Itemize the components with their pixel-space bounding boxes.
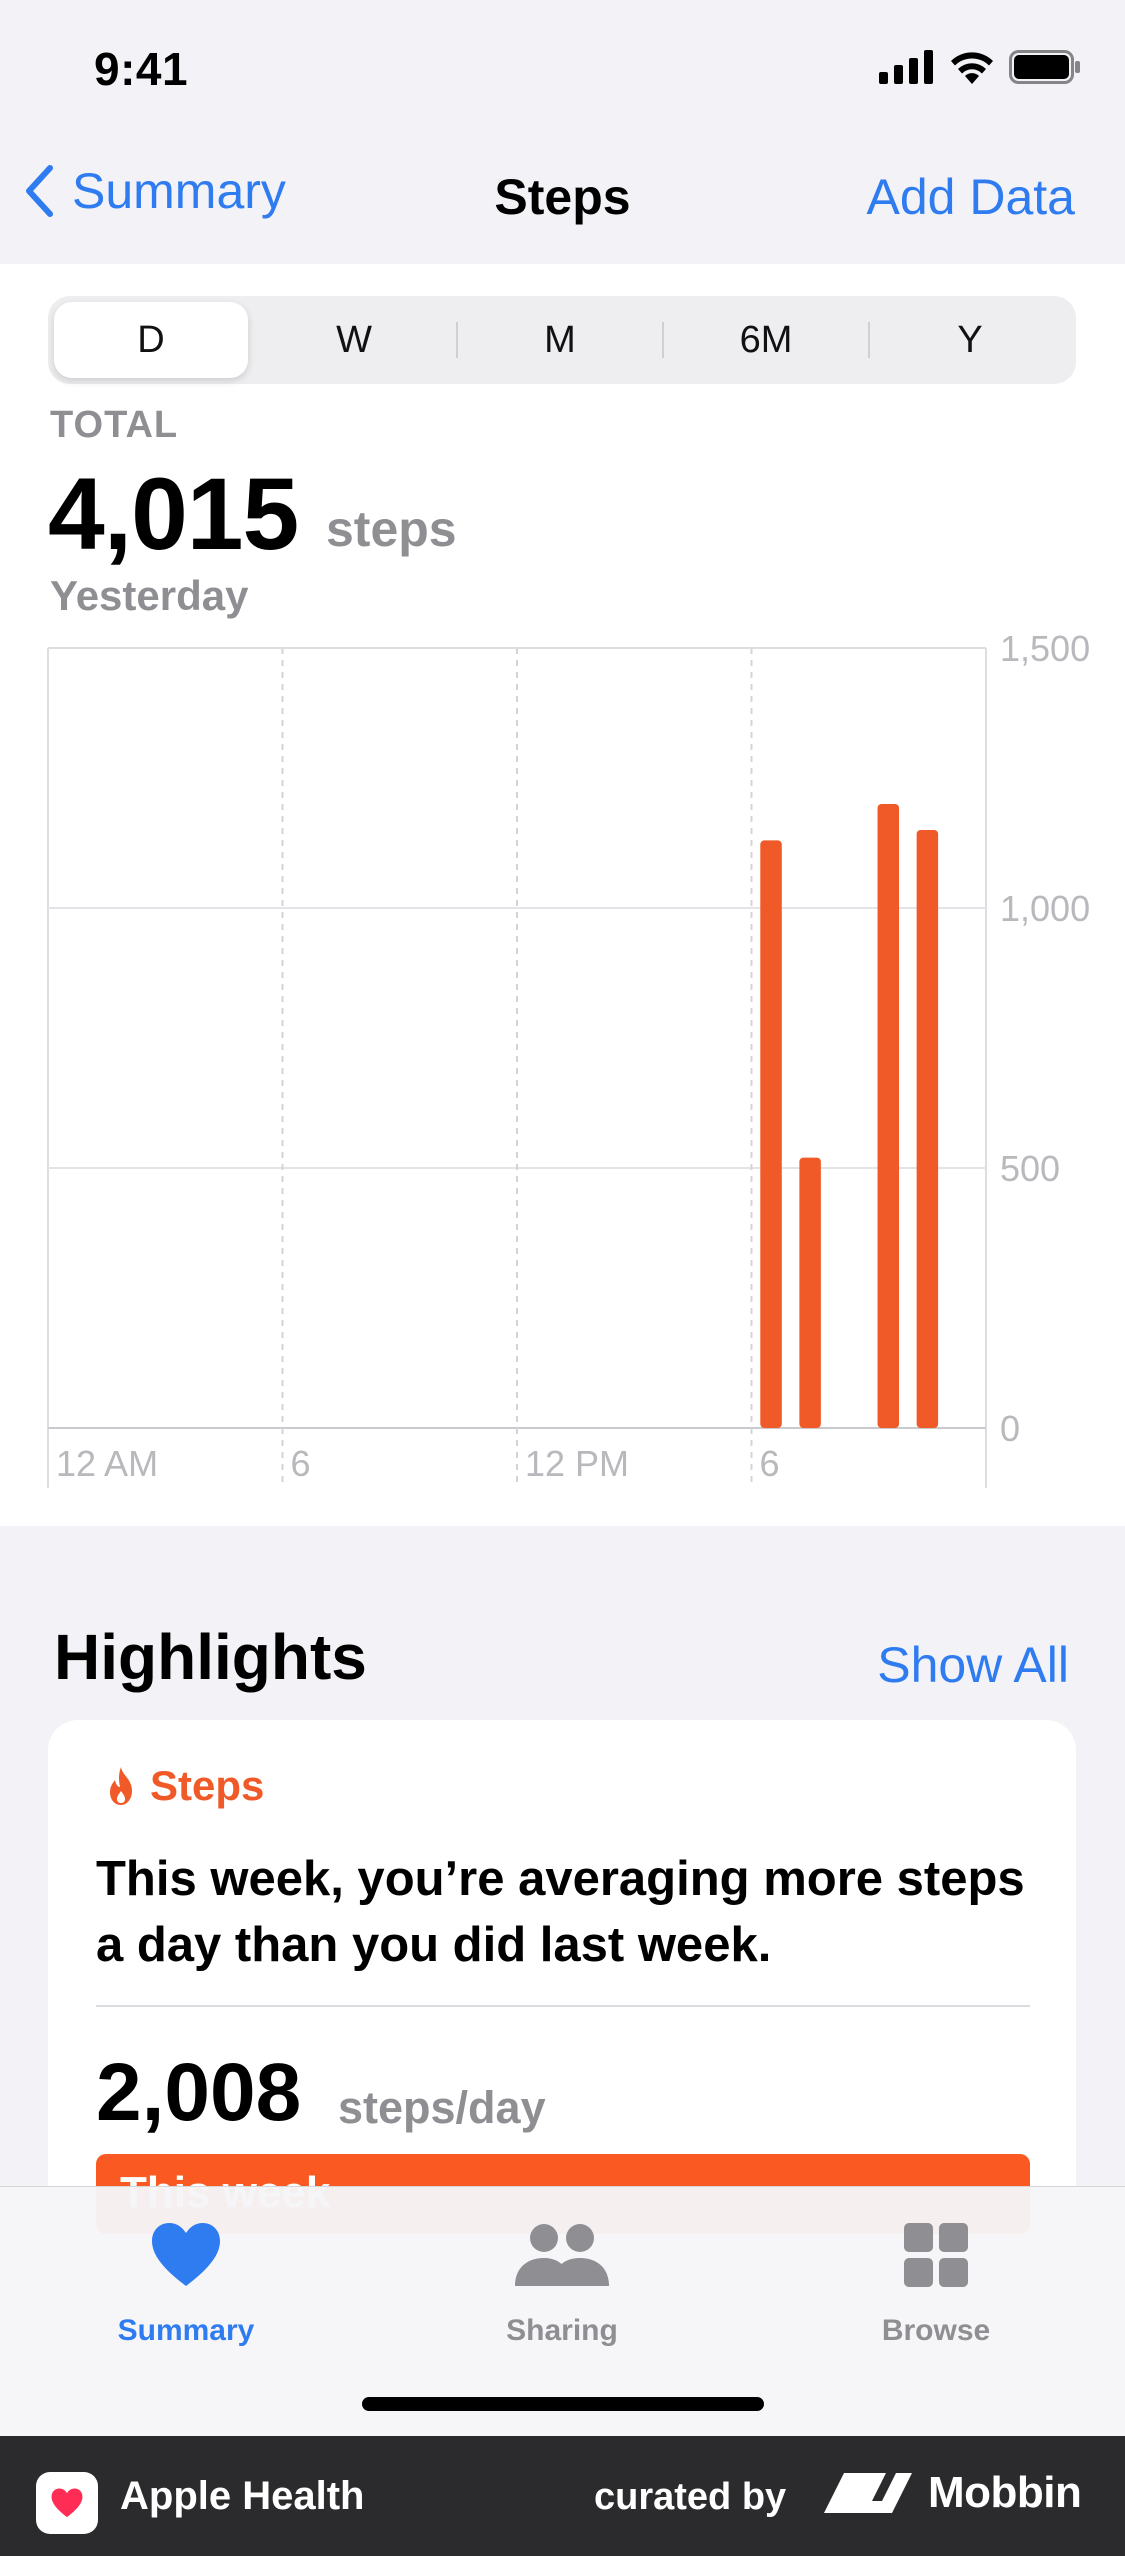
footer-app-name: Apple Health: [120, 2474, 365, 2518]
chart-y-tick-label: 1,500: [1000, 628, 1090, 669]
chart-y-tick-label: 500: [1000, 1148, 1060, 1189]
highlight-category-label: Steps: [150, 1762, 265, 1809]
heart-icon: [51, 2488, 83, 2518]
segment-year[interactable]: Y: [870, 296, 1070, 384]
tab-browse[interactable]: Browse: [806, 2210, 1066, 2348]
chart-y-tick-label: 0: [1000, 1408, 1020, 1449]
chart-bar: [760, 840, 782, 1428]
time-range-segmented-control: D W M 6M Y: [48, 296, 1076, 384]
battery-icon: [1009, 50, 1080, 84]
chart-x-tick-label: 6: [291, 1443, 311, 1484]
chart-y-tick-label: 1,000: [1000, 888, 1090, 929]
segment-6-months[interactable]: 6M: [664, 296, 868, 384]
segment-week[interactable]: W: [254, 296, 454, 384]
highlights-title: Highlights: [54, 1621, 367, 1693]
home-indicator: [362, 2397, 764, 2411]
tab-summary-label: Summary: [117, 2314, 255, 2347]
steps-chart[interactable]: 1,500 1,000 500 0 12 AM 6 12 PM 6: [0, 620, 1125, 1500]
tab-sharing-label: Sharing: [506, 2314, 618, 2347]
footer-curated-by: curated by: [594, 2476, 787, 2518]
cellular-signal-icon: [879, 50, 933, 84]
chart-bar: [916, 830, 939, 1428]
segment-day[interactable]: D: [54, 302, 248, 378]
status-icons: [879, 50, 1081, 84]
chart-bar: [799, 1157, 821, 1428]
chart-x-tick-label: 6: [760, 1443, 780, 1484]
highlight-category: Steps: [106, 1762, 264, 1810]
mobbin-logo-icon: [824, 2473, 912, 2513]
highlight-average-value: 2,008: [96, 2047, 302, 2138]
tab-sharing[interactable]: Sharing: [432, 2210, 692, 2348]
show-all-button[interactable]: Show All: [877, 1636, 1069, 1694]
chart-bar: [877, 804, 900, 1428]
highlight-description: This week, you’re averaging more steps a…: [96, 1852, 1025, 1972]
add-data-button[interactable]: Add Data: [867, 168, 1075, 226]
chart-x-tick-label: 12 PM: [525, 1443, 629, 1484]
tab-browse-label: Browse: [881, 2314, 991, 2347]
grid-icon: [904, 2223, 968, 2287]
tab-summary[interactable]: Summary: [56, 2210, 316, 2348]
total-steps-value: 4,015: [48, 457, 299, 571]
chart-x-tick-label: 12 AM: [56, 1443, 158, 1484]
flame-icon: [110, 1767, 132, 1805]
footer-brand-name: Mobbin: [928, 2468, 1082, 2517]
people-icon: [515, 2224, 609, 2286]
total-date: Yesterday: [50, 572, 249, 619]
status-time: 9:41: [94, 43, 189, 95]
total-label: TOTAL: [50, 404, 179, 446]
heart-icon: [152, 2223, 220, 2286]
highlight-divider: [96, 2005, 1030, 2007]
app-icon: [36, 2472, 98, 2534]
wifi-icon: [951, 52, 993, 84]
total-steps-unit: steps: [326, 501, 457, 557]
highlight-average-unit: steps/day: [338, 2082, 546, 2133]
brand-logo: Mobbin: [824, 2468, 1082, 2518]
segment-month[interactable]: M: [458, 296, 662, 384]
